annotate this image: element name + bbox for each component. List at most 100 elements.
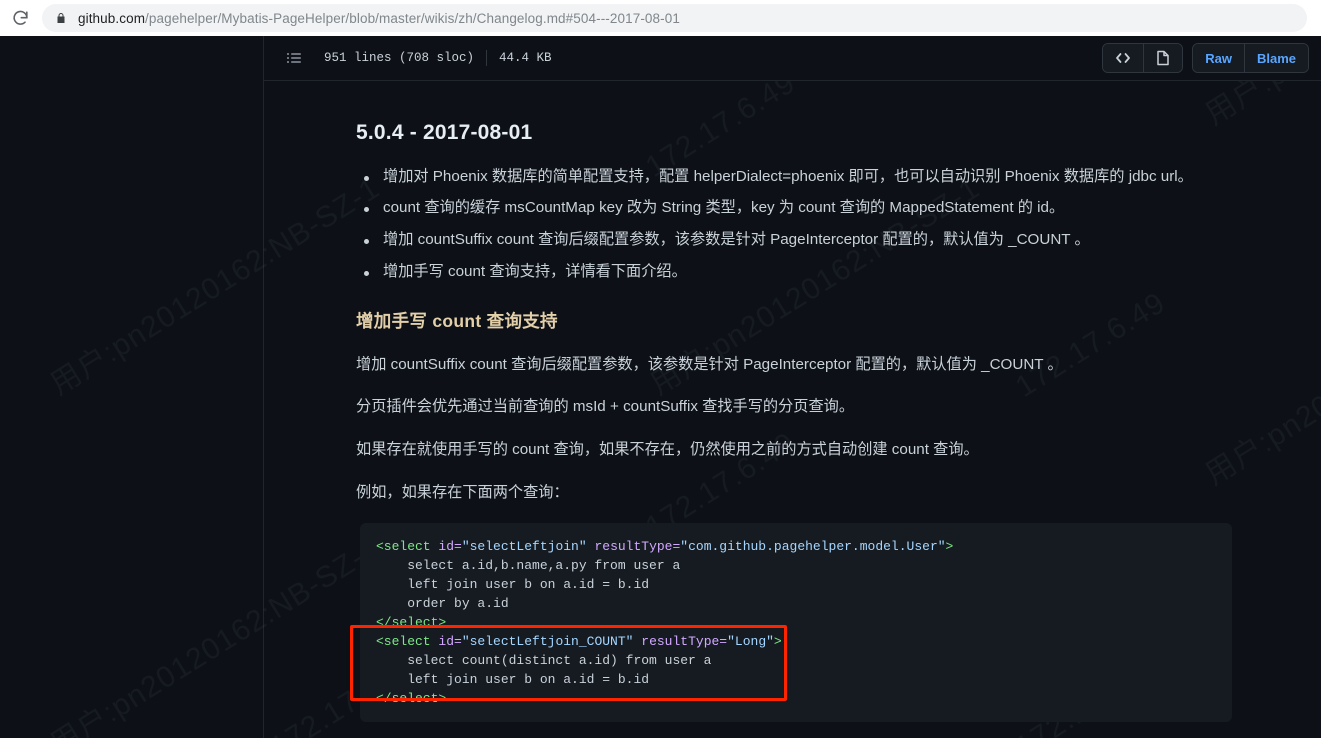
toolbar-actions: Raw Blame (1102, 43, 1309, 73)
inline-code: _COUNT (1008, 231, 1071, 249)
raw-blame-group: Raw Blame (1192, 43, 1309, 73)
code-token: left join user b on a.id = b.id (376, 672, 650, 688)
text-run: 查找手写的分页查询。 (697, 398, 855, 416)
code-token: resultType= (594, 539, 681, 555)
file-lines-count: 951 lines (708 sloc) (324, 51, 475, 65)
text-run: 增加对 (383, 167, 433, 185)
text-run: 的 id。 (1013, 199, 1065, 217)
code-line: <select id="selectLeftjoin_COUNT" result… (376, 634, 782, 649)
text-run: count 查询的缓存 (383, 199, 505, 217)
code-block[interactable]: <select id="selectLeftjoin" resultType="… (360, 523, 1232, 723)
text-run: 分页插件会优先通过当前查询的 msId + (356, 398, 624, 416)
code-token: "com.github.pagehelper.model.User" (680, 539, 946, 555)
text-run: count 查询后缀配置参数，该参数是针对 (492, 231, 771, 249)
text-run: count 查询后缀配置参数，该参数是针对 (465, 355, 744, 373)
text-run: 如果存在就使用手写的 count 查询，如果不存在，仍然使用之前的方式自动创建 … (356, 440, 979, 458)
text-run: key 改为 (594, 199, 662, 217)
page-left-gutter (0, 36, 264, 738)
code-line: order by a.id (376, 596, 509, 612)
inline-code: String (661, 199, 702, 217)
inline-code: MappedStatement (889, 199, 1014, 217)
browser-window: github.com/pagehelper/Mybatis-PageHelper… (0, 0, 1321, 738)
code-token: <select (376, 539, 431, 555)
code-line: left join user b on a.id = b.id (376, 672, 649, 687)
code-token: id= (438, 634, 462, 650)
code-token: </select> (376, 615, 447, 631)
code-line: </select> (376, 691, 446, 706)
url-text: github.com/pagehelper/Mybatis-PageHelper… (78, 11, 680, 26)
inline-code: Phoenix (432, 167, 488, 185)
page-title: 5.0.4 - 2017-08-01 (356, 121, 533, 144)
inline-code: PageInterceptor (770, 231, 879, 249)
inline-code: countSuffix (623, 398, 698, 416)
changelog-bullet-list: 增加对 Phoenix 数据库的简单配置支持，配置 helperDialect=… (356, 166, 1321, 284)
inline-code: helperDialect=phoenix (693, 167, 845, 185)
inline-code: Phoenix (1004, 167, 1060, 185)
code-token: "Long" (727, 634, 774, 650)
paragraph: 如果存在就使用手写的 count 查询，如果不存在，仍然使用之前的方式自动创建 … (356, 438, 1321, 462)
meta-divider (486, 50, 488, 66)
inline-code: countSuffix (417, 231, 493, 249)
reload-icon[interactable] (2, 0, 38, 36)
code-line: </select> (376, 615, 446, 630)
code-token: order by a.id (376, 596, 509, 612)
lock-icon (52, 9, 70, 27)
code-line: <select id="selectLeftjoin" resultType="… (376, 539, 953, 554)
text-run: 增加 (383, 231, 418, 249)
text-run: 增加手写 count 查询支持，详情看下面介绍。 (383, 262, 687, 280)
url-path: /pagehelper/Mybatis-PageHelper/blob/mast… (145, 10, 680, 26)
section-heading: 增加手写 count 查询支持 (356, 310, 558, 331)
github-page: 用户:pn20120162:NB-SZ-1用户:pn20120162:NB-SZ… (0, 0, 1321, 738)
list-item: 增加 countSuffix count 查询后缀配置参数，该参数是针对 Pag… (356, 229, 1321, 252)
list-item: 增加对 Phoenix 数据库的简单配置支持，配置 helperDialect=… (356, 166, 1321, 189)
file-size: 44.4 KB (499, 51, 552, 65)
text-run: 。 (1070, 231, 1090, 249)
list-item: 增加手写 count 查询支持，详情看下面介绍。 (356, 261, 1321, 284)
table-of-contents-icon[interactable] (284, 48, 304, 68)
text-run: 数据库的 jdbc url。 (1059, 167, 1193, 185)
code-line: select a.id,b.name,a.py from user a (376, 558, 680, 573)
code-brackets-icon[interactable] (1103, 44, 1144, 72)
inline-code: countSuffix (390, 355, 466, 373)
code-token: "selectLeftjoin_COUNT" (461, 634, 634, 650)
code-token: resultType= (641, 634, 728, 650)
code-token: left join user b on a.id = b.id (376, 577, 650, 593)
file-toolbar: 951 lines (708 sloc) 44.4 KB Raw Blame (264, 36, 1321, 81)
address-bar[interactable]: github.com/pagehelper/Mybatis-PageHelper… (42, 4, 1307, 32)
code-token: > (945, 539, 954, 555)
paragraph: 分页插件会优先通过当前查询的 msId + countSuffix 查找手写的分… (356, 395, 1321, 419)
text-run: 例如，如果存在下面两个查询： (356, 483, 569, 501)
paragraph: 例如，如果存在下面两个查询： (356, 481, 1321, 505)
inline-code: msCountMap (504, 199, 595, 217)
code-line: select count(distinct a.id) from user a (376, 653, 711, 668)
text-run: 配置的，默认值为 (851, 355, 982, 373)
code-line: left join user b on a.id = b.id (376, 577, 649, 592)
code-token: select count(distinct a.id) from user a (376, 653, 712, 669)
browser-toolbar: github.com/pagehelper/Mybatis-PageHelper… (0, 0, 1321, 36)
raw-button[interactable]: Raw (1193, 44, 1244, 72)
inline-code: _COUNT (981, 355, 1044, 373)
blame-button[interactable]: Blame (1243, 44, 1308, 72)
code-token: "selectLeftjoin" (461, 539, 587, 555)
text-run: 即可，也可以自动识别 (844, 167, 1005, 185)
code-block-wrapper: <select id="selectLeftjoin" resultType="… (350, 523, 1232, 723)
text-run: 数据库的简单配置支持，配置 (487, 167, 694, 185)
text-run: 增加 (356, 355, 391, 373)
paragraphs-before-code: 增加 countSuffix count 查询后缀配置参数，该参数是针对 Pag… (356, 353, 1321, 504)
code-token: id= (438, 539, 462, 555)
list-item: count 查询的缓存 msCountMap key 改为 String 类型，… (356, 197, 1321, 220)
view-mode-toggle-group (1102, 43, 1184, 73)
file-document-icon[interactable] (1143, 44, 1183, 72)
markdown-article: 5.0.4 - 2017-08-01 增加对 Phoenix 数据库的简单配置支… (264, 81, 1321, 738)
text-run: 类型，key 为 count 查询的 (701, 199, 890, 217)
file-meta: 951 lines (708 sloc) 44.4 KB (324, 50, 552, 66)
url-host: github.com (78, 10, 146, 26)
text-run: 配置的，默认值为 (878, 231, 1009, 249)
code-token: </select> (376, 691, 447, 707)
text-run: 。 (1043, 355, 1063, 373)
code-token: select a.id,b.name,a.py from user a (376, 558, 681, 574)
inline-code: PageInterceptor (743, 355, 852, 373)
paragraph: 增加 countSuffix count 查询后缀配置参数，该参数是针对 Pag… (356, 353, 1321, 377)
code-token: <select (376, 634, 431, 650)
code-token: > (773, 634, 782, 650)
